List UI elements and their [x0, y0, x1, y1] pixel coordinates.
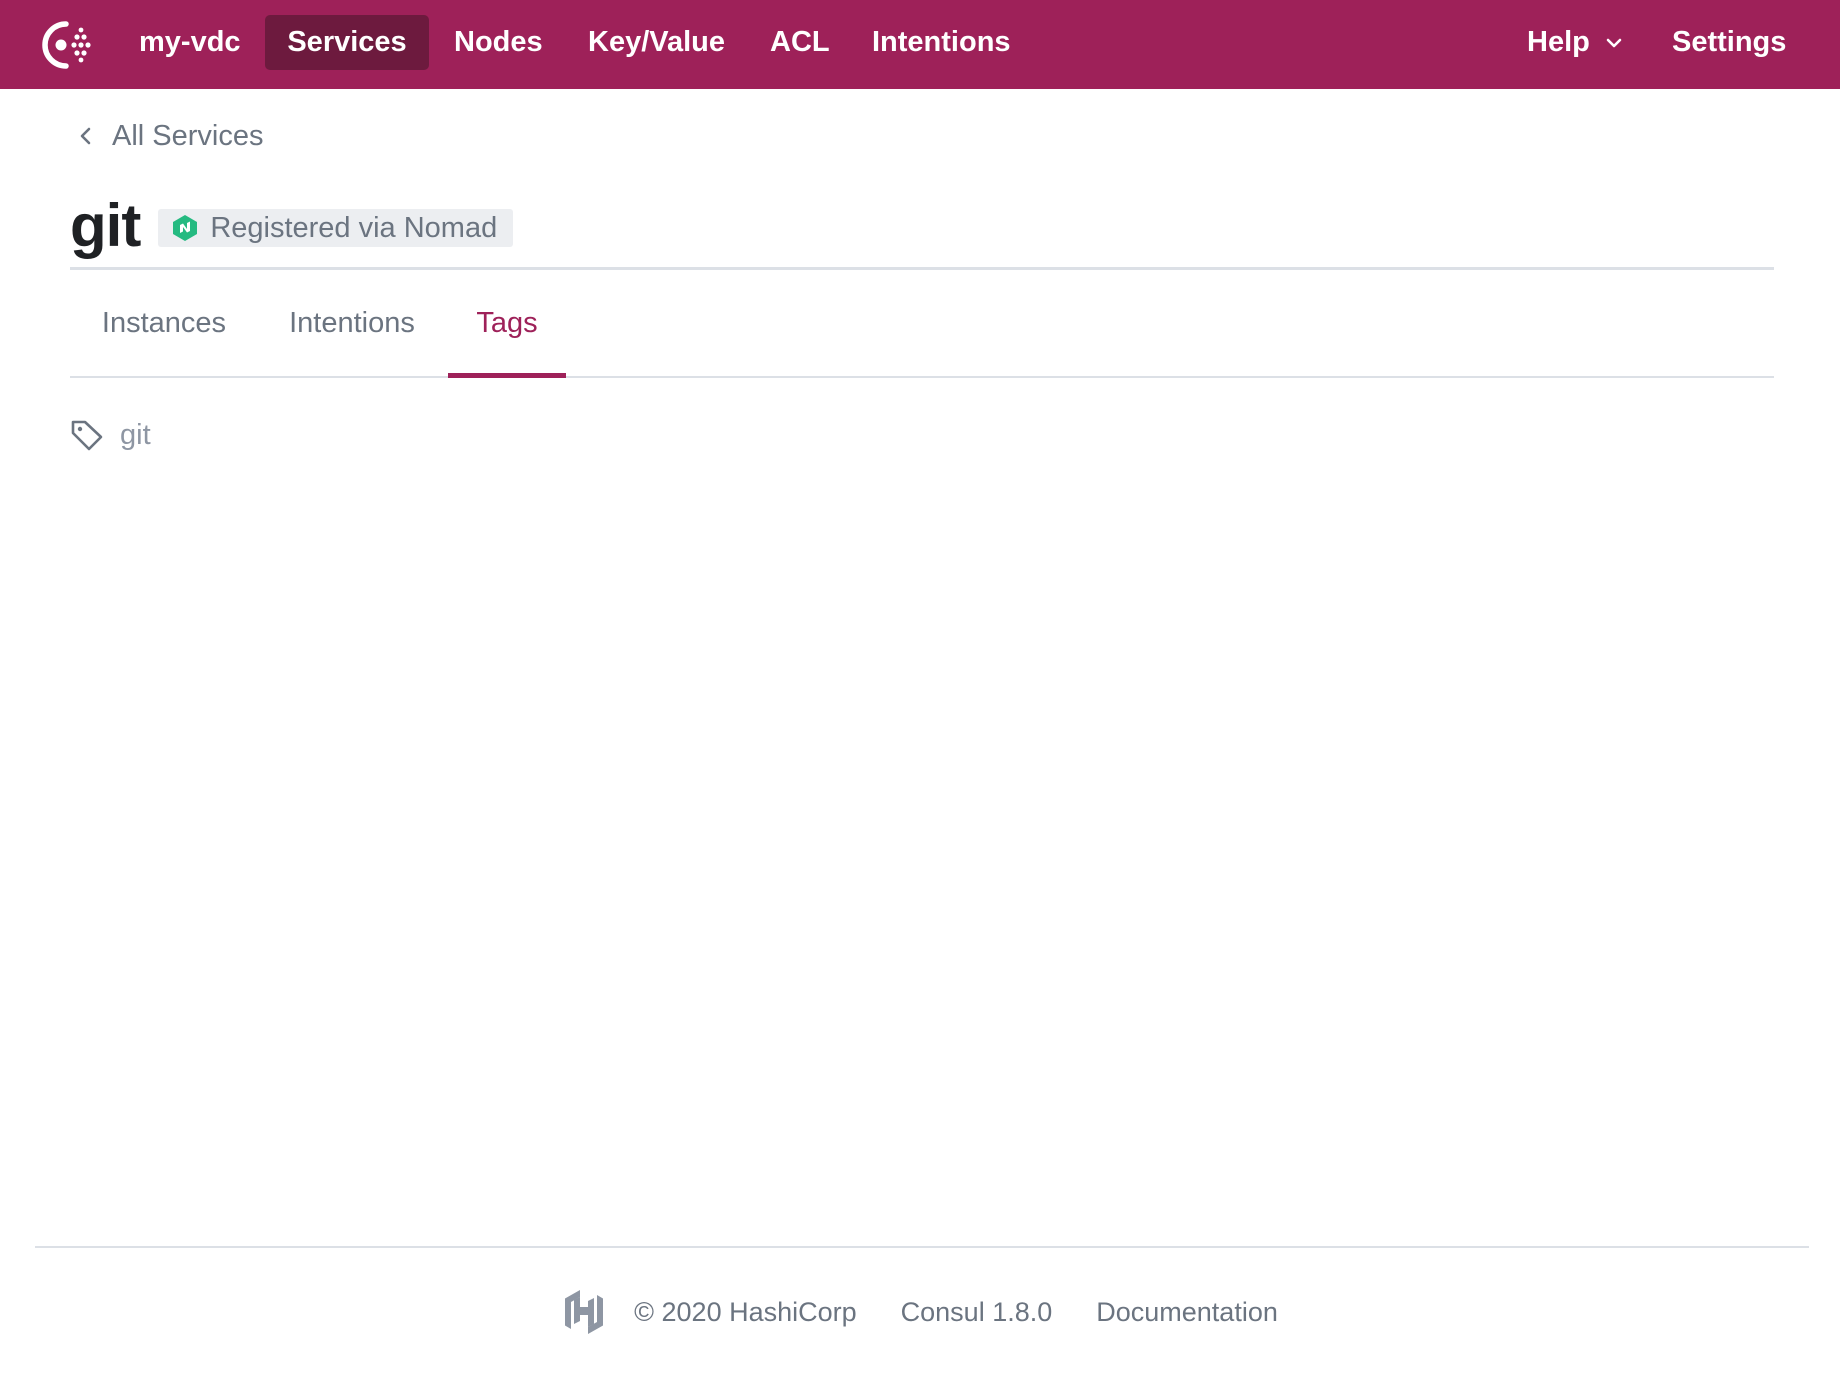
- consul-logo-icon[interactable]: [32, 14, 94, 76]
- nav-services[interactable]: Services: [265, 15, 429, 70]
- nav-settings[interactable]: Settings: [1648, 15, 1810, 70]
- footer: © 2020 HashiCorp Consul 1.8.0 Documentat…: [0, 1286, 1840, 1338]
- tag-icon: [71, 420, 103, 451]
- footer-version: Consul 1.8.0: [900, 1296, 1053, 1327]
- page-header: git Registered via Nomad: [70, 190, 514, 262]
- registered-via-badge: Registered via Nomad: [158, 209, 514, 247]
- breadcrumb-label: All Services: [112, 119, 264, 152]
- nav-intentions[interactable]: Intentions: [848, 15, 1035, 70]
- footer-documentation-link[interactable]: Documentation: [1096, 1297, 1278, 1328]
- nav-acl[interactable]: ACL: [746, 15, 854, 70]
- nav-nodes[interactable]: Nodes: [430, 15, 567, 70]
- help-label: Help: [1527, 26, 1590, 58]
- hashicorp-logo-icon[interactable]: [562, 1288, 606, 1336]
- help-menu[interactable]: Help: [1503, 15, 1648, 70]
- datacenter-selector[interactable]: my-vdc: [115, 15, 265, 70]
- tab-intentions[interactable]: Intentions: [280, 270, 424, 376]
- tab-instances[interactable]: Instances: [96, 270, 232, 376]
- nomad-icon: [173, 215, 198, 241]
- footer-copyright: © 2020 HashiCorp: [634, 1296, 857, 1327]
- footer-divider: [35, 1246, 1809, 1248]
- nav-key-value[interactable]: Key/Value: [564, 15, 749, 70]
- service-tabs: Instances Intentions Tags: [70, 270, 1774, 378]
- tag-item: git: [70, 415, 151, 455]
- breadcrumb-back-link[interactable]: All Services: [76, 114, 264, 158]
- tab-tags[interactable]: Tags: [448, 270, 566, 378]
- page-title: git: [70, 192, 141, 259]
- badge-label: Registered via Nomad: [210, 211, 498, 244]
- chevron-down-icon: [1606, 38, 1622, 47]
- top-nav-bar: my-vdc Services Nodes Key/Value ACL Inte…: [0, 0, 1840, 89]
- tag-label: git: [120, 418, 151, 451]
- chevron-left-icon: [80, 127, 91, 145]
